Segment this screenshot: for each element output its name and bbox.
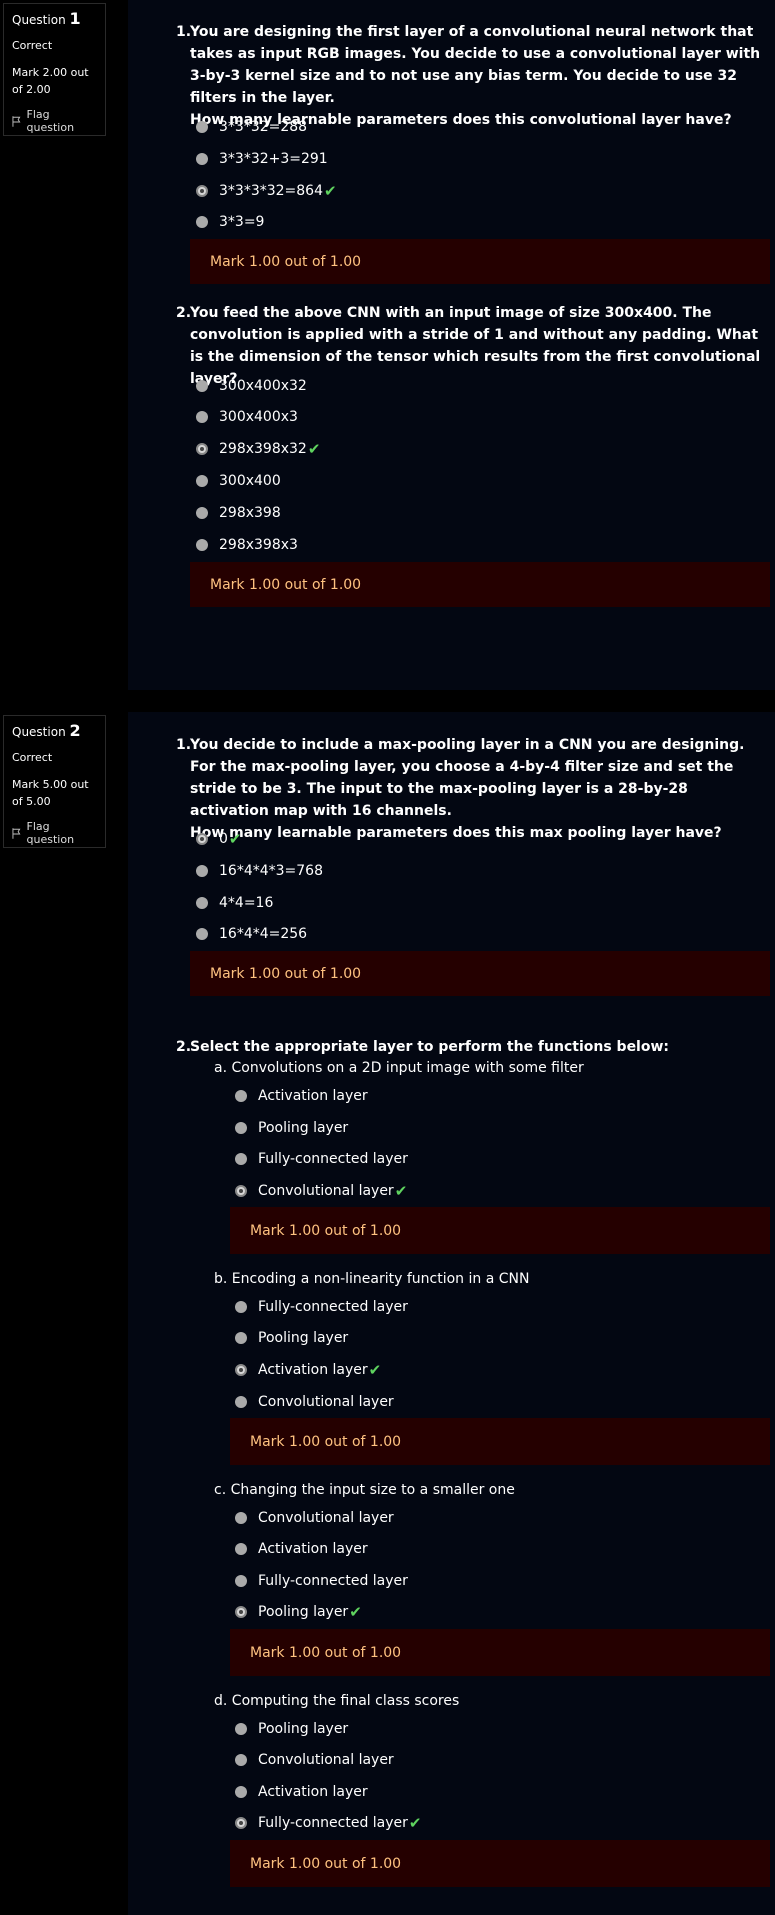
mark-feedback: Mark 1.00 out of 1.00 [230, 1207, 770, 1254]
part-label: b. Encoding a non-linearity function in … [214, 1271, 530, 1287]
mark-feedback: Mark 1.00 out of 1.00 [190, 239, 770, 284]
radio-button-selected[interactable] [196, 443, 208, 455]
question-1-content: 1. You are designing the first layer of … [128, 0, 775, 690]
flag-icon [12, 827, 21, 839]
question-grade: Mark 2.00 out of 2.00 [12, 66, 89, 96]
question-info-1: Question 1 Correct Mark 2.00 out of 2.00… [3, 3, 106, 136]
answer-option[interactable]: 300x400 [196, 470, 281, 492]
radio-button[interactable] [196, 121, 208, 133]
question-grade: Mark 5.00 out of 5.00 [12, 778, 89, 808]
correct-check-icon: ✔ [394, 1182, 408, 1200]
answer-option[interactable]: 300x400x32 [196, 375, 307, 397]
answer-option[interactable]: 16*4*4*3=768 [196, 860, 323, 882]
radio-button[interactable] [196, 507, 208, 519]
question-number: Question 1 [12, 9, 81, 28]
flag-question-link[interactable]: Flag question [12, 820, 97, 846]
answer-option[interactable]: Pooling layer [235, 1117, 348, 1139]
answer-option[interactable]: Convolutional layer [235, 1507, 394, 1529]
radio-button[interactable] [196, 153, 208, 165]
answer-option-selected[interactable]: 3*3*3*32=864 ✔ [196, 180, 337, 202]
correct-check-icon: ✔ [307, 440, 321, 458]
answer-option[interactable]: Fully-connected layer [235, 1148, 408, 1170]
radio-button-selected[interactable] [235, 1185, 247, 1197]
answer-option[interactable]: Convolutional layer [235, 1391, 394, 1413]
question-2-content: 1. You decide to include a max-pooling l… [128, 712, 775, 1915]
radio-button[interactable] [196, 411, 208, 423]
answer-option[interactable]: Pooling layer [235, 1327, 348, 1349]
radio-button-selected[interactable] [196, 833, 208, 845]
answer-option-selected[interactable]: Convolutional layer ✔ [235, 1180, 407, 1202]
radio-button[interactable] [196, 475, 208, 487]
radio-button[interactable] [235, 1122, 247, 1134]
radio-button[interactable] [235, 1153, 247, 1165]
radio-button[interactable] [235, 1090, 247, 1102]
answer-option[interactable]: 3*3*32+3=291 [196, 148, 328, 170]
question-text: 1. You are designing the first layer of … [176, 24, 761, 128]
radio-button[interactable] [235, 1754, 247, 1766]
answer-option[interactable]: 16*4*4=256 [196, 923, 307, 945]
answer-option-selected[interactable]: Fully-connected layer ✔ [235, 1812, 422, 1834]
correct-check-icon: ✔ [408, 1814, 422, 1832]
question-state: Correct [12, 751, 53, 764]
answer-option[interactable]: Activation layer [235, 1538, 368, 1560]
answer-option-selected[interactable]: 298x398x32 ✔ [196, 438, 320, 460]
answer-option[interactable]: Pooling layer [235, 1718, 348, 1740]
answer-option[interactable]: 300x400x3 [196, 406, 298, 428]
radio-button-selected[interactable] [196, 185, 208, 197]
answer-option[interactable]: Activation layer [235, 1085, 368, 1107]
radio-button[interactable] [196, 865, 208, 877]
radio-button[interactable] [235, 1786, 247, 1798]
question-number: Question 2 [12, 721, 81, 740]
radio-button[interactable] [196, 897, 208, 909]
radio-button[interactable] [196, 216, 208, 228]
mark-feedback: Mark 1.00 out of 1.00 [230, 1629, 770, 1676]
radio-button[interactable] [196, 380, 208, 392]
correct-check-icon: ✔ [349, 1603, 362, 1621]
radio-button[interactable] [235, 1301, 247, 1313]
answer-option-selected[interactable]: Pooling layer ✔ [235, 1601, 362, 1623]
mark-feedback: Mark 1.00 out of 1.00 [230, 1418, 770, 1465]
mark-feedback: Mark 1.00 out of 1.00 [190, 562, 770, 607]
flag-icon [12, 115, 21, 127]
mark-feedback: Mark 1.00 out of 1.00 [190, 951, 770, 996]
answer-option[interactable]: Fully-connected layer [235, 1296, 408, 1318]
radio-button[interactable] [196, 539, 208, 551]
question-text: 1. You decide to include a max-pooling l… [176, 737, 745, 841]
part-label: a. Convolutions on a 2D input image with… [214, 1060, 584, 1076]
answer-option[interactable]: 3*3=9 [196, 211, 264, 233]
part-label: d. Computing the final class scores [214, 1693, 460, 1709]
answer-option[interactable]: 298x398x3 [196, 534, 298, 556]
radio-button-selected[interactable] [235, 1817, 247, 1829]
mark-feedback: Mark 1.00 out of 1.00 [230, 1840, 770, 1887]
answer-option[interactable]: Fully-connected layer [235, 1570, 408, 1592]
question-text: 2. Select the appropriate layer to perfo… [176, 1039, 670, 1055]
radio-button[interactable] [235, 1396, 247, 1408]
radio-button[interactable] [235, 1543, 247, 1555]
radio-button[interactable] [235, 1723, 247, 1735]
radio-button[interactable] [235, 1512, 247, 1524]
answer-option[interactable]: 4*4=16 [196, 892, 273, 914]
answer-option[interactable]: Convolutional layer [235, 1749, 394, 1771]
radio-button[interactable] [235, 1332, 247, 1344]
answer-option[interactable]: 298x398 [196, 502, 281, 524]
flag-question-link[interactable]: Flag question [12, 108, 97, 134]
radio-button-selected[interactable] [235, 1364, 247, 1376]
correct-check-icon: ✔ [228, 830, 242, 848]
radio-button[interactable] [235, 1575, 247, 1587]
radio-button[interactable] [196, 928, 208, 940]
radio-button-selected[interactable] [235, 1606, 247, 1618]
correct-check-icon: ✔ [368, 1361, 382, 1379]
question-state: Correct [12, 39, 53, 52]
question-info-2: Question 2 Correct Mark 5.00 out of 5.00… [3, 715, 106, 848]
answer-option[interactable]: 3*3*32=288 [196, 116, 307, 138]
answer-option[interactable]: Activation layer [235, 1781, 368, 1803]
correct-check-icon: ✔ [324, 182, 337, 200]
answer-option-selected[interactable]: 0 ✔ [196, 828, 242, 850]
answer-option-selected[interactable]: Activation layer ✔ [235, 1359, 381, 1381]
part-label: c. Changing the input size to a smaller … [214, 1482, 515, 1498]
